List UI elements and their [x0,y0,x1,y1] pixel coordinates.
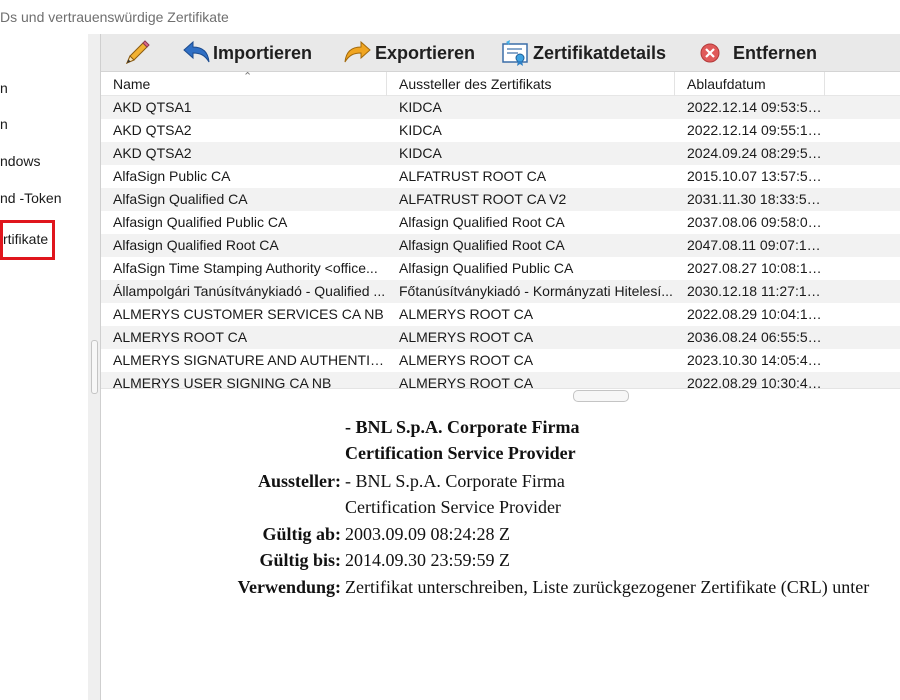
cell-expiry: 2022.12.14 09:55:17 Z [687,122,825,138]
cell-expiry: 2037.08.06 09:58:05 Z [687,214,825,230]
column-header-name-label: Name [113,76,151,92]
vertical-splitter[interactable] [88,34,100,700]
cell-expiry: 2047.08.11 09:07:10 Z [687,237,825,253]
cell-expiry: 2022.12.14 09:53:51 Z [687,99,825,115]
table-row[interactable]: ALMERYS CUSTOMER SERVICES CA NB ALMERYS … [101,303,900,326]
issuer-line-1: - BNL S.p.A. Corporate Firma [345,471,565,491]
export-label: Exportieren [375,42,476,63]
cell-issuer: KIDCA [399,99,442,115]
cell-issuer: Alfasign Qualified Root CA [399,237,565,253]
table-row[interactable]: ALMERYS SIGNATURE AND AUTHENTICAT... ALM… [101,349,900,372]
cell-issuer: ALMERYS ROOT CA [399,375,534,388]
splitter-grip[interactable] [573,390,629,402]
cell-issuer: Alfasign Qualified Public CA [399,260,574,276]
pencil-icon [119,38,153,68]
sidebar-item-trusted-certificates[interactable]: rtifikate [0,220,55,260]
window-title: Ds und vertrauenswürdige Zertifikate [0,9,229,25]
cell-name: AlfaSign Public CA [113,168,231,184]
table-row[interactable]: ALMERYS ROOT CA ALMERYS ROOT CA 2036.08.… [101,326,900,349]
cell-expiry: 2030.12.18 11:27:19 Z [687,283,825,299]
sort-ascending-icon: ⌃ [243,72,253,83]
cell-name: Állampolgári Tanúsítványkiadó - Qualifie… [113,283,386,299]
certificate-icon [499,38,533,68]
cell-name: AlfaSign Time Stamping Authority <office… [113,260,378,276]
cell-name: AKD QTSA2 [113,122,192,138]
cell-issuer: Alfasign Qualified Root CA [399,214,565,230]
table-row[interactable]: Alfasign Qualified Root CA Alfasign Qual… [101,234,900,257]
table-row[interactable]: Állampolgári Tanúsítványkiadó - Qualifie… [101,280,900,303]
cell-issuer: ALMERYS ROOT CA [399,306,534,322]
cell-issuer: ALFATRUST ROOT CA V2 [399,191,567,207]
cell-expiry: 2022.08.29 10:30:40 Z [687,375,825,388]
sidebar-item-2[interactable]: n [0,112,8,136]
import-label: Importieren [213,42,313,63]
cell-issuer: ALFATRUST ROOT CA [399,168,547,184]
cell-name: AKD QTSA1 [113,99,192,115]
cell-expiry: 2027.08.27 10:08:15 Z [687,260,825,276]
cell-issuer: KIDCA [399,145,442,161]
usage-value: Zertifikat unterschreiben, Liste zurückg… [345,577,870,597]
remove-label: Entfernen [733,42,818,63]
table-row[interactable]: AlfaSign Public CA ALFATRUST ROOT CA 201… [101,165,900,188]
sidebar-item-windows[interactable]: ndows [0,149,40,173]
cell-expiry: 2022.08.29 10:04:19 Z [687,306,825,322]
cell-name: ALMERYS CUSTOMER SERVICES CA NB [113,306,384,322]
edit-button[interactable] [119,38,153,68]
cell-issuer: ALMERYS ROOT CA [399,352,534,368]
cell-name: ALMERYS USER SIGNING CA NB [113,375,332,388]
export-arrow-icon [341,38,375,68]
cell-issuer: Főtanúsítványkiadó - Kormányzati Hiteles… [399,283,673,299]
remove-button[interactable]: Entfernen [693,38,817,68]
certificate-table[interactable]: AKD QTSA1 KIDCA 2022.12.14 09:53:51 Z AK… [101,96,900,388]
table-row[interactable]: AKD QTSA2 KIDCA 2024.09.24 08:29:54 Z [101,142,900,165]
column-header-name[interactable]: Name ⌃ [101,72,387,96]
cell-name: AKD QTSA2 [113,145,192,161]
table-row[interactable]: AlfaSign Time Stamping Authority <office… [101,257,900,280]
valid-from-label: Gültig ab: [262,524,341,544]
certificate-details-button[interactable]: Zertifikatdetails [499,38,666,68]
valid-from-value: 2003.09.09 08:24:28 Z [345,524,510,544]
valid-to-value: 2014.09.30 23:59:59 Z [345,550,510,570]
cell-expiry: 2023.10.30 14:05:46 Z [687,352,825,368]
table-header: Name ⌃ Aussteller des Zertifikats Ablauf… [101,72,900,96]
cell-issuer: KIDCA [399,122,442,138]
cell-expiry: 2031.11.30 18:33:57 Z [687,191,825,207]
cell-name: Alfasign Qualified Root CA [113,237,279,253]
cell-name: AlfaSign Qualified CA [113,191,248,207]
cell-issuer: ALMERYS ROOT CA [399,329,534,345]
column-header-issuer[interactable]: Aussteller des Zertifikats [387,72,675,96]
issuer-label: Aussteller: [258,471,341,491]
cell-expiry: 2024.09.24 08:29:54 Z [687,145,825,161]
valid-to-label: Gültig bis: [259,550,341,570]
main-panel: Importieren Exportieren Zertifikatdetail… [100,34,900,700]
horizontal-splitter[interactable] [101,388,900,402]
certificate-details-pane: - BNL S.p.A. Corporate Firma Certificati… [101,402,900,700]
table-row[interactable]: Alfasign Qualified Public CA Alfasign Qu… [101,211,900,234]
cell-name: ALMERYS SIGNATURE AND AUTHENTICAT... [113,352,387,368]
import-arrow-icon [179,38,213,68]
import-button[interactable]: Importieren [179,38,312,68]
table-row[interactable]: AKD QTSA2 KIDCA 2022.12.14 09:55:17 Z [101,119,900,142]
cell-expiry: 2036.08.24 06:55:53 Z [687,329,825,345]
splitter-grip[interactable] [91,340,98,394]
sidebar-item-token[interactable]: nd -Token [0,186,61,210]
table-row[interactable]: AKD QTSA1 KIDCA 2022.12.14 09:53:51 Z [101,96,900,119]
column-header-expiry[interactable]: Ablaufdatum [675,72,825,96]
subject-line-1: - BNL S.p.A. Corporate Firma [345,417,580,437]
sidebar-item-1[interactable]: n [0,76,8,100]
export-button[interactable]: Exportieren [341,38,475,68]
toolbar: Importieren Exportieren Zertifikatdetail… [101,34,900,72]
certificate-details-label: Zertifikatdetails [533,42,667,63]
issuer-line-2: Certification Service Provider [345,497,561,517]
remove-icon [693,38,727,68]
usage-label: Verwendung: [237,577,341,597]
table-row[interactable]: ALMERYS USER SIGNING CA NB ALMERYS ROOT … [101,372,900,388]
table-row[interactable]: AlfaSign Qualified CA ALFATRUST ROOT CA … [101,188,900,211]
cell-name: Alfasign Qualified Public CA [113,214,288,230]
sidebar: n n ndows nd -Token rtifikate [0,34,88,700]
subject-line-2: Certification Service Provider [345,443,576,463]
cell-expiry: 2015.10.07 13:57:59 Z [687,168,825,184]
cell-name: ALMERYS ROOT CA [113,329,248,345]
